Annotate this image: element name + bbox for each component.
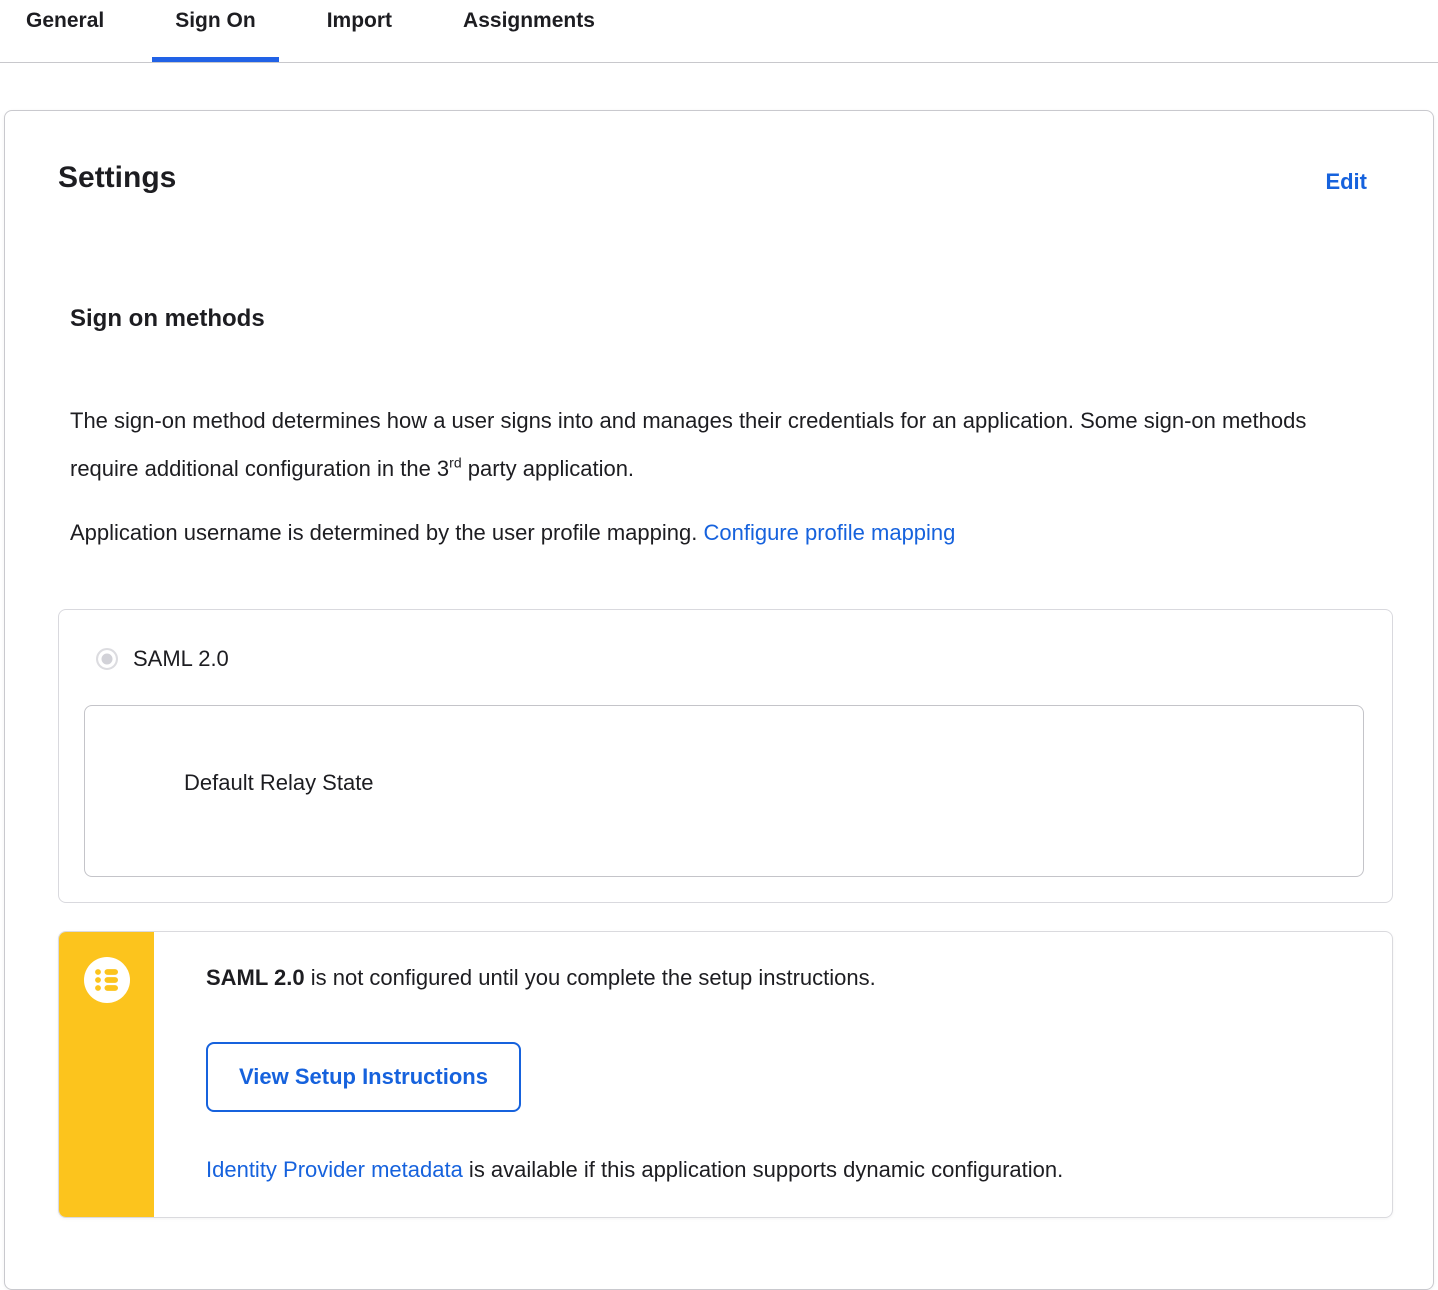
- sign-on-methods-heading: Sign on methods: [70, 305, 265, 332]
- sign-on-description: The sign-on method determines how a user…: [70, 397, 1310, 493]
- saml-warning-banner: SAML 2.0 is not configured until you com…: [58, 931, 1393, 1218]
- username-note-text: Application username is determined by th…: [70, 520, 704, 545]
- settings-card-header: Settings Edit: [5, 111, 1433, 195]
- description-text-end: party application.: [461, 456, 635, 481]
- tab-assignments[interactable]: Assignments: [440, 0, 618, 62]
- description-superscript: rd: [449, 454, 462, 471]
- metadata-note: Identity Provider metadata is available …: [206, 1156, 1352, 1184]
- warning-message-text: is not configured until you complete the…: [304, 965, 876, 990]
- identity-provider-metadata-link[interactable]: Identity Provider metadata: [206, 1157, 463, 1182]
- list-icon: [83, 957, 130, 1003]
- metadata-note-text: is available if this application support…: [462, 1157, 1064, 1182]
- tab-import[interactable]: Import: [304, 0, 415, 62]
- tab-bar: General Sign On Import Assignments: [0, 0, 1438, 63]
- settings-card: Settings Edit Sign on methods The sign-o…: [4, 110, 1434, 1290]
- configure-profile-mapping-link[interactable]: Configure profile mapping: [703, 520, 955, 545]
- page-title: Settings: [58, 161, 177, 194]
- warning-stripe: [59, 932, 154, 1217]
- default-relay-state-label: Default Relay State: [184, 770, 374, 795]
- warning-content: SAML 2.0 is not configured until you com…: [154, 932, 1392, 1217]
- saml-method-box: SAML 2.0 Default Relay State: [58, 609, 1393, 903]
- username-note: Application username is determined by th…: [70, 509, 1310, 557]
- settings-card-body: Sign on methods The sign-on method deter…: [5, 305, 1433, 1278]
- description-text: The sign-on method determines how a user…: [70, 408, 1307, 481]
- view-setup-instructions-button[interactable]: View Setup Instructions: [206, 1042, 521, 1112]
- saml-radio-row: SAML 2.0: [96, 644, 1364, 674]
- edit-link[interactable]: Edit: [1325, 169, 1367, 195]
- warning-message-bold: SAML 2.0: [206, 965, 305, 990]
- saml-radio-label: SAML 2.0: [133, 646, 229, 671]
- tab-general[interactable]: General: [3, 0, 127, 62]
- warning-message: SAML 2.0 is not configured until you com…: [206, 964, 1352, 992]
- tab-sign-on[interactable]: Sign On: [152, 0, 279, 62]
- saml-radio[interactable]: [96, 648, 118, 670]
- default-relay-state-box: Default Relay State: [84, 705, 1364, 877]
